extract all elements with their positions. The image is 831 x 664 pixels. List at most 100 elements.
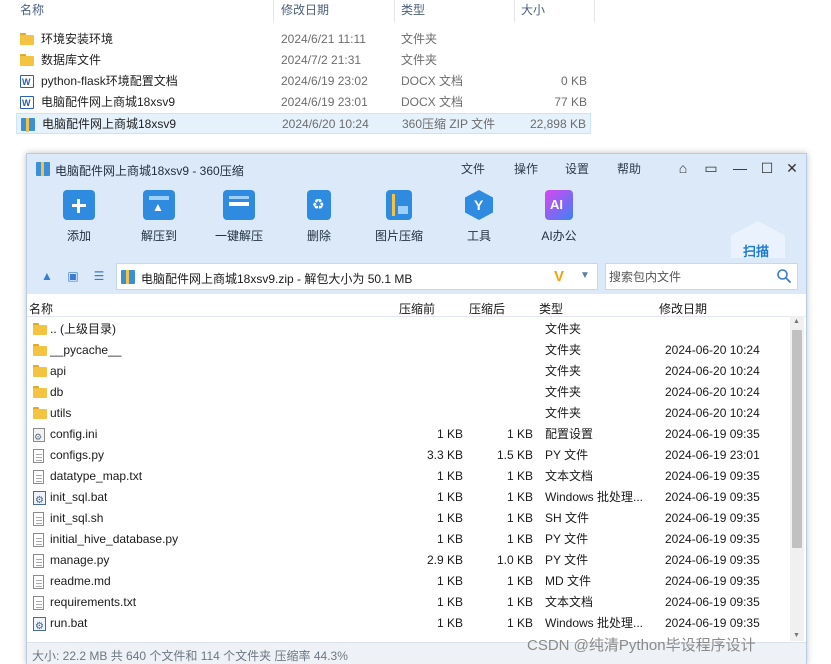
- menu-help[interactable]: 帮助: [617, 160, 641, 177]
- menu-operation[interactable]: 操作: [514, 160, 538, 177]
- explorer-row-size: 0 KB: [560, 74, 587, 88]
- one-click-extract-button[interactable]: 一键解压: [207, 190, 271, 252]
- file-row[interactable]: initial_hive_database.py 1 KB 1 KB PY 文件 202…: [27, 529, 789, 550]
- tools-label: 工具: [466, 229, 491, 243]
- menu-settings[interactable]: 设置: [565, 160, 589, 177]
- extract-to-button[interactable]: 解压到: [127, 190, 191, 252]
- column-type[interactable]: 类型: [539, 300, 563, 317]
- file-size-after: 1 KB: [506, 532, 533, 546]
- file-type: PY 文件: [545, 448, 589, 462]
- column-header-name[interactable]: 名称: [14, 0, 274, 22]
- chevron-down-icon[interactable]: ▼: [580, 270, 590, 281]
- column-header-type[interactable]: 类型: [395, 0, 515, 22]
- folder-icon: [20, 54, 34, 67]
- explorer-row-size: 22,898 KB: [529, 117, 586, 131]
- tools-button[interactable]: 工具: [447, 190, 511, 252]
- vertical-scrollbar[interactable]: ▲ ▼: [790, 316, 804, 641]
- add-icon: [63, 190, 95, 220]
- skin-icon[interactable]: ⌂: [675, 160, 691, 176]
- maximize-icon[interactable]: ☐: [759, 160, 775, 176]
- file-size-before: 1 KB: [436, 427, 463, 441]
- file-icon: [33, 554, 44, 568]
- file-row[interactable]: config.ini 1 KB 1 KB 配置设置 2024-06-19 09:35: [27, 424, 789, 448]
- folder-icon: [33, 323, 47, 335]
- archive-path-field[interactable]: 电脑配件网上商城18xsv9.zip - 解包大小为 50.1 MB V ▼: [116, 263, 598, 290]
- file-type: PY 文件: [545, 553, 589, 567]
- feedback-icon[interactable]: ▭: [703, 160, 719, 176]
- file-size-after: 1.0 KB: [496, 553, 533, 567]
- file-row[interactable]: db 文件夹 2024-06-20 10:24: [27, 382, 789, 403]
- add-label: 添加: [66, 229, 91, 243]
- scroll-up-icon[interactable]: ▲: [793, 318, 800, 325]
- list-view-icon[interactable]: ☰: [92, 269, 106, 283]
- scroll-down-icon[interactable]: ▼: [793, 632, 800, 639]
- file-row[interactable]: utils 文件夹 2024-06-20 10:24: [27, 403, 789, 424]
- file-name: run.bat: [50, 616, 88, 630]
- file-type: 文件夹: [545, 343, 582, 357]
- delete-button[interactable]: 删除: [287, 190, 351, 252]
- file-row[interactable]: .. (上级目录) 文件夹: [27, 319, 789, 340]
- file-row[interactable]: configs.py 3.3 KB 1.5 KB PY 文件 2024-06-19 23…: [27, 445, 789, 466]
- explorer-row[interactable]: 环境安装环境 2024/6/21 11:11 文件夹: [16, 29, 591, 50]
- file-size-before: 1 KB: [436, 469, 463, 483]
- file-modified-date: 2024-06-19 09:35: [665, 574, 760, 588]
- scrollbar-thumb[interactable]: [792, 330, 802, 548]
- batch-file-icon: [33, 490, 46, 511]
- explorer-row-name: 电脑配件网上商城18xsv9: [42, 117, 177, 131]
- search-input[interactable]: [606, 264, 771, 289]
- search-icon[interactable]: [776, 268, 792, 284]
- file-row[interactable]: init_sql.sh 1 KB 1 KB SH 文件 2024-06-19 09:35: [27, 508, 789, 529]
- close-icon[interactable]: ✕: [784, 160, 800, 176]
- explorer-row[interactable]: 电脑配件网上商城18xsv9 2024/6/19 23:01 DOCX 文档 77 K…: [16, 92, 591, 113]
- batch-file-icon: [33, 616, 46, 637]
- address-bar: ▲ ▣ ☰ 电脑配件网上商城18xsv9.zip - 解包大小为 50.1 MB…: [27, 258, 806, 294]
- ai-office-button[interactable]: AI办公: [527, 190, 591, 252]
- file-modified-date: 2024-06-19 09:35: [665, 553, 760, 567]
- file-type: Windows 批处理...: [545, 616, 644, 630]
- folder-icon: [20, 33, 34, 46]
- ai-office-label: AI办公: [541, 229, 577, 243]
- file-row[interactable]: run.bat 1 KB 1 KB Windows 批处理... 2024-06-19 …: [27, 613, 789, 637]
- column-modified-date[interactable]: 修改日期: [659, 300, 707, 317]
- explorer-row[interactable]: python-flask环境配置文档 2024/6/19 23:02 DOCX 文档…: [16, 71, 591, 92]
- column-compressed-before[interactable]: 压缩前: [399, 300, 435, 317]
- explorer-row-date: 2024/7/2 21:31: [281, 53, 362, 67]
- file-type: SH 文件: [545, 511, 590, 525]
- file-modified-date: 2024-06-19 09:35: [665, 490, 760, 504]
- column-name[interactable]: 名称: [29, 300, 53, 317]
- archive-window: 电脑配件网上商城18xsv9 - 360压缩 文件 操作 设置 帮助 ⌂ ▭ —…: [26, 153, 807, 664]
- file-modified-date: 2024-06-19 09:35: [665, 511, 760, 525]
- explorer-row-type: 文件夹: [401, 53, 438, 67]
- explorer-row[interactable]: 电脑配件网上商城18xsv9 2024/6/20 10:24 360压缩 ZIP 文…: [16, 113, 591, 134]
- explorer-row-date: 2024/6/21 11:11: [281, 32, 366, 46]
- thumbnail-view-icon[interactable]: ▣: [66, 269, 80, 283]
- file-size-before: 1 KB: [436, 511, 463, 525]
- file-type: PY 文件: [545, 532, 589, 546]
- file-row[interactable]: requirements.txt 1 KB 1 KB 文本文档 2024-06-19 0…: [27, 592, 789, 613]
- explorer-row[interactable]: 数据库文件 2024/7/2 21:31 文件夹: [16, 50, 591, 71]
- zip-archive-icon: [21, 118, 35, 132]
- file-row[interactable]: __pycache__ 文件夹 2024-06-20 10:24: [27, 340, 789, 361]
- file-icon: [33, 449, 44, 463]
- up-level-icon[interactable]: ▲: [40, 269, 54, 283]
- column-compressed-after[interactable]: 压缩后: [469, 300, 505, 317]
- column-header-size[interactable]: 大小: [515, 0, 595, 22]
- file-row[interactable]: init_sql.bat 1 KB 1 KB Windows 批处理... 2024-0…: [27, 487, 789, 511]
- file-row[interactable]: manage.py 2.9 KB 1.0 KB PY 文件 2024-06-19 09:…: [27, 550, 789, 571]
- column-header-date[interactable]: 修改日期: [275, 0, 395, 22]
- file-row[interactable]: api 文件夹 2024-06-20 10:24: [27, 361, 789, 382]
- file-icon: [33, 575, 44, 589]
- add-button[interactable]: 添加: [47, 190, 111, 252]
- menu-file[interactable]: 文件: [461, 160, 485, 177]
- file-row[interactable]: readme.md 1 KB 1 KB MD 文件 2024-06-19 09:35: [27, 571, 789, 592]
- one-click-extract-icon: [223, 190, 255, 220]
- minimize-icon[interactable]: —: [732, 160, 748, 176]
- status-text: 大小: 22.2 MB 共 640 个文件和 114 个文件夹 压缩率 44.3…: [32, 649, 348, 663]
- file-row[interactable]: datatype_map.txt 1 KB 1 KB 文本文档 2024-06-19 0…: [27, 466, 789, 487]
- image-compress-label: 图片压缩: [374, 229, 423, 243]
- search-box: [605, 263, 798, 290]
- explorer-row-name: python-flask环境配置文档: [41, 74, 178, 88]
- image-compress-button[interactable]: 图片压缩: [367, 190, 431, 252]
- title-bar: 电脑配件网上商城18xsv9 - 360压缩 文件 操作 设置 帮助 ⌂ ▭ —…: [27, 154, 806, 184]
- file-modified-date: 2024-06-19 09:35: [665, 469, 760, 483]
